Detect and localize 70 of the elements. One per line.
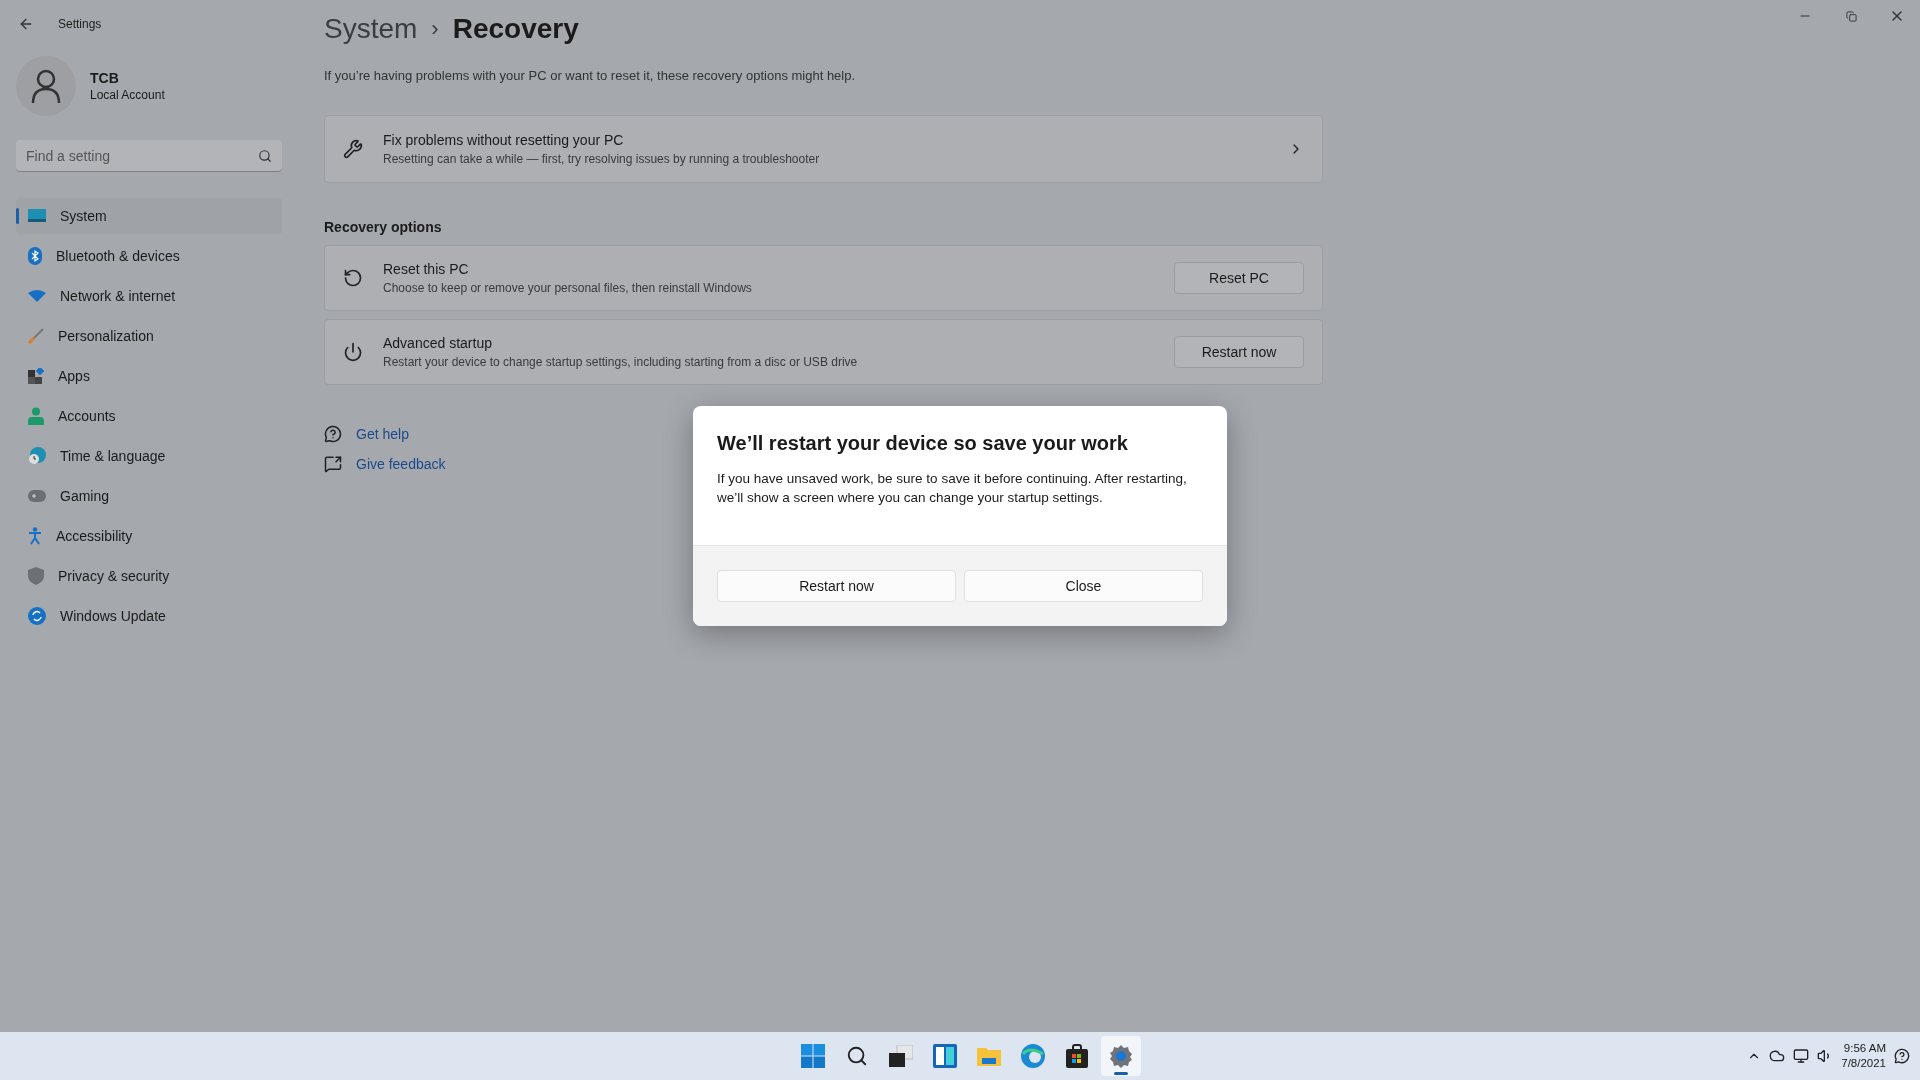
sidebar-item[interactable]: Time & language bbox=[16, 438, 282, 474]
sidebar-item[interactable]: Accessibility bbox=[16, 518, 282, 554]
wrench-icon bbox=[343, 139, 363, 159]
clock-date[interactable]: 7/8/2021 bbox=[1841, 1056, 1886, 1071]
help-link[interactable]: Get help bbox=[356, 426, 409, 442]
active-indicator bbox=[1114, 1072, 1128, 1075]
restore-icon bbox=[1845, 10, 1857, 22]
account-name: TCB bbox=[90, 70, 120, 86]
sidebar-item[interactable]: Privacy & security bbox=[16, 558, 282, 594]
sidebar-item[interactable]: Windows Update bbox=[16, 598, 282, 634]
option-button[interactable]: Restart now bbox=[1174, 336, 1304, 368]
cloud-icon[interactable] bbox=[1769, 1048, 1786, 1064]
monitor-icon[interactable] bbox=[1793, 1048, 1810, 1064]
notification-icon[interactable] bbox=[1894, 1048, 1910, 1064]
option-button[interactable]: Reset PC bbox=[1174, 262, 1304, 294]
gear-icon bbox=[1109, 1044, 1133, 1068]
card-subtitle: Resetting can take a while — first, try resolving issues by running a troubleshooter bbox=[383, 152, 821, 166]
gamepad-icon bbox=[28, 490, 46, 502]
sidebar-item[interactable]: Personalization bbox=[16, 318, 282, 354]
person-icon bbox=[28, 407, 44, 425]
shield-icon bbox=[28, 567, 44, 585]
option-subtitle: Restart your device to change startup settings, including starting from a disc or USB drive bbox=[383, 355, 859, 369]
wifi-icon bbox=[28, 290, 46, 302]
option-title: Reset this PC bbox=[383, 261, 470, 277]
globe-clock-icon bbox=[28, 447, 46, 465]
section-title: Recovery options bbox=[324, 219, 443, 235]
option-title: Advanced startup bbox=[383, 335, 493, 351]
sidebar-item[interactable]: Gaming bbox=[16, 478, 282, 514]
apps-icon bbox=[28, 368, 44, 384]
option-subtitle: Choose to keep or remove your personal files, then reinstall Windows bbox=[383, 281, 753, 295]
bluetooth-icon bbox=[28, 247, 42, 265]
card-title: Fix problems without resetting your PC bbox=[383, 132, 625, 148]
help-link[interactable]: Give feedback bbox=[356, 456, 446, 472]
power-icon bbox=[343, 342, 363, 362]
search-field[interactable]: Find a setting bbox=[16, 140, 282, 172]
sidebar-item[interactable]: Bluetooth & devices bbox=[16, 238, 282, 274]
feedback-icon bbox=[324, 455, 342, 473]
browser-icon bbox=[1021, 1044, 1045, 1068]
troubleshoot-card[interactable]: Fix problems without resetting your PC Resetting can take a while — first, try resolving issues by running a troubleshooter bbox=[324, 115, 1323, 183]
update-icon bbox=[28, 607, 46, 625]
breadcrumb-parent[interactable]: System bbox=[324, 13, 418, 45]
page-title: Recovery bbox=[452, 13, 579, 45]
sidebar-item[interactable]: Accounts bbox=[16, 398, 282, 434]
windows-logo-icon bbox=[801, 1044, 825, 1068]
taskbar-app[interactable] bbox=[1101, 1036, 1141, 1076]
window-title: Settings bbox=[58, 17, 102, 31]
dialog-title: We’ll restart your device so save your work bbox=[717, 432, 1129, 455]
sidebar-item[interactable]: Network & internet bbox=[16, 278, 282, 314]
dialog-button[interactable]: Close bbox=[964, 570, 1203, 602]
reset-icon bbox=[343, 268, 363, 288]
back-icon[interactable] bbox=[18, 16, 34, 32]
help-icon bbox=[324, 425, 342, 443]
dialog-button[interactable]: Restart now bbox=[717, 570, 956, 602]
search-icon bbox=[846, 1045, 868, 1067]
account-type: Local Account bbox=[90, 88, 165, 102]
widgets-icon bbox=[933, 1044, 957, 1068]
folder-icon bbox=[977, 1046, 1001, 1066]
monitor-icon bbox=[28, 209, 46, 223]
clock-time[interactable]: 9:56 AM bbox=[1843, 1041, 1886, 1056]
accessibility-icon bbox=[28, 527, 42, 545]
search-icon bbox=[258, 149, 272, 163]
dialog-message: If you have unsaved work, be sure to save it before continuing. After restarting, we’ll show a screen where you can change your startup settings. bbox=[717, 470, 1188, 507]
sidebar-item[interactable]: Apps bbox=[16, 358, 282, 394]
breadcrumb-separator: › bbox=[431, 16, 439, 42]
page-description: If you’re having problems with your PC or want to reset it, these recovery options might help. bbox=[324, 68, 857, 83]
task-view-icon bbox=[889, 1045, 913, 1067]
sidebar-item[interactable]: System bbox=[16, 198, 282, 234]
store-bag-icon bbox=[1066, 1044, 1088, 1068]
selection-indicator bbox=[16, 208, 19, 224]
brush-icon bbox=[28, 328, 44, 344]
